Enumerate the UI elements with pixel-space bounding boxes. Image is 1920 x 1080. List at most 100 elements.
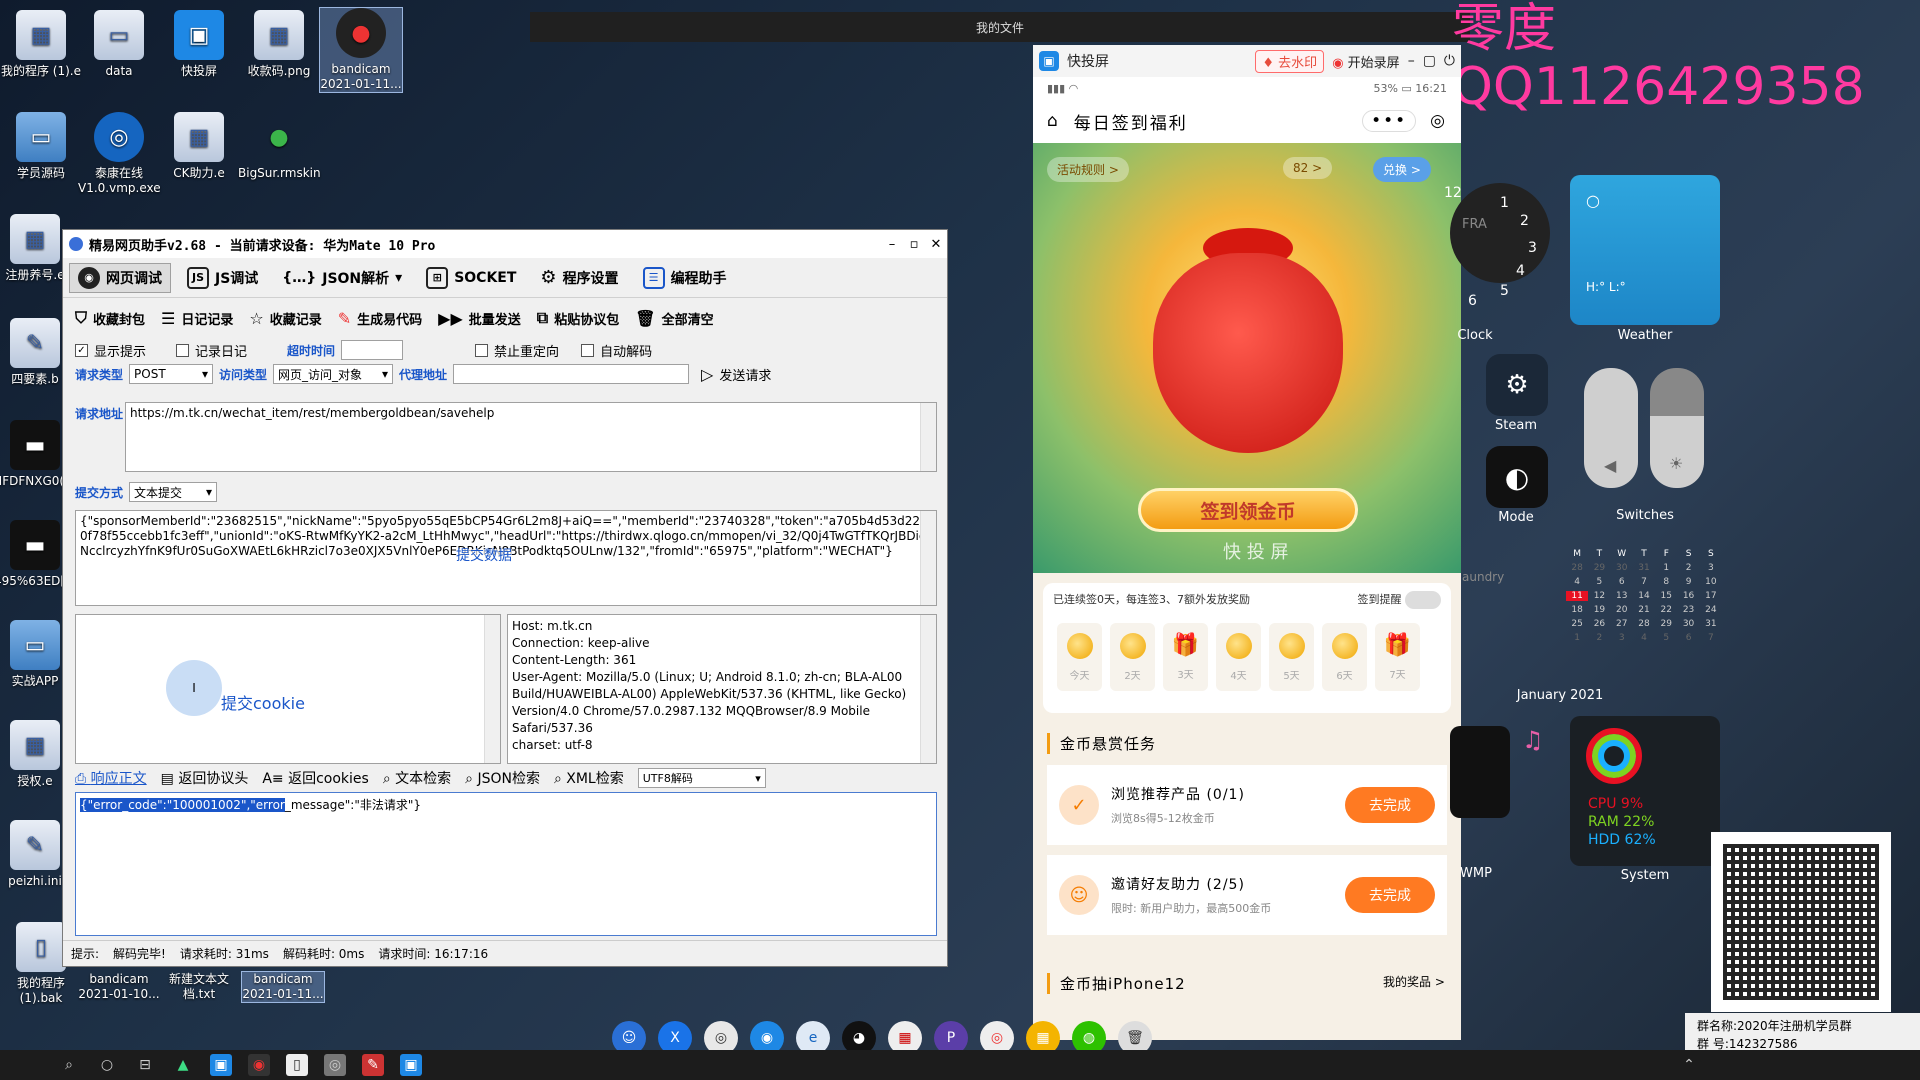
batch-send-button[interactable]: ▶▶ 批量发送 [438,309,521,328]
calendar-day[interactable]: 30 [1611,563,1633,573]
clock-widget[interactable]: 12 1 2 3 4 5 6 FRA [1440,175,1550,325]
cast-icon[interactable]: ▣ [210,1054,232,1076]
generate-code-button[interactable]: ✎ 生成易代码 [338,309,422,328]
desktop-icon-bandicam[interactable]: ● bandicam 2021-01-11... [319,7,403,93]
calendar-day[interactable]: 26 [1588,619,1610,629]
calendar-day[interactable]: 11 [1566,591,1589,601]
tab-response-headers[interactable]: ▤ 返回协议头 [161,768,249,788]
encoding-select[interactable]: UTF8解码 ▾ [637,768,766,788]
record-button[interactable]: ◉ 开始录屏 [1332,52,1400,71]
favorites-button[interactable]: ☆ 收藏记录 [249,309,321,328]
proxy-input[interactable] [453,364,690,384]
calendar-day[interactable]: 25 [1566,619,1588,629]
tab-xml-search[interactable]: ⌕ XML检索 [554,768,624,788]
calendar-day[interactable]: 14 [1633,591,1655,601]
steam-icon[interactable]: ⚙ [1486,354,1548,416]
calendar-day[interactable]: 8 [1655,577,1677,587]
android-icon[interactable]: ▲ [172,1054,194,1076]
desktop-icon-data[interactable]: ▭ data [78,10,160,79]
desktop-icon-student-source[interactable]: ▭ 学员源码 [0,112,82,181]
desktop-icon-qrcode-png[interactable]: ▦ 收款码.png [238,10,320,79]
minimize-button[interactable]: – [1408,53,1415,69]
close-button[interactable]: ✕ [925,237,947,252]
home-icon[interactable]: ⌂ [1047,111,1060,131]
calendar-day[interactable]: 18 [1566,605,1588,615]
calendar-day[interactable]: 31 [1700,619,1722,629]
calendar-day[interactable]: 7 [1700,633,1722,643]
exchange-pill[interactable]: 兑换 > [1373,157,1431,182]
reminder-toggle[interactable] [1405,591,1441,609]
volume-switch[interactable]: ◀ [1584,368,1638,488]
paste-packet-button[interactable]: ⧉ 粘贴协议包 [537,308,619,328]
signin-button[interactable]: 签到领金币 [1138,488,1358,532]
no-redirect-checkbox[interactable] [475,343,489,357]
calendar-day[interactable]: 12 [1588,591,1610,601]
headers-textarea[interactable]: Host: m.tk.cn Connection: keep-alive Con… [507,614,937,764]
tab-text-search[interactable]: ⌕ 文本检索 [383,768,451,788]
calendar-day[interactable]: 2 [1677,563,1699,573]
calendar-widget[interactable]: M T W T F S S 28 29 30 31 1 2 3 4 5 6 7 8 9 10 11 12 13 14 15 16 17… [1566,549,1722,643]
wmp-widget[interactable]: ♫ [1450,726,1544,818]
submit-mode-select[interactable]: 文本提交 ▾ [129,482,218,502]
tab-json-parse[interactable]: {…} JSON解析 ▾ [274,265,410,291]
calendar-day[interactable]: 16 [1677,591,1699,601]
desktop-icon-my-program[interactable]: ▦ 我的程序 (1).e [0,10,82,79]
weather-widget[interactable]: ○ H:° L:° [1570,175,1720,325]
access-type-select[interactable]: 网页_访问_对象 ▾ [273,364,394,384]
tab-response-cookies[interactable]: A≡ 返回cookies [262,768,369,788]
maximize-button[interactable]: ▢ [1423,53,1436,69]
calendar-day[interactable]: 13 [1611,591,1633,601]
request-type-select[interactable]: POST ▾ [129,364,214,384]
desktop-icon-ck-helper[interactable]: ▦ CK助力.e [158,112,240,181]
favorite-packet-button[interactable]: ⛉ 收藏封包 [75,308,145,328]
scrollbar[interactable] [920,403,936,471]
more-icon[interactable]: ••• [1362,110,1417,132]
desktop-icon-bigsur[interactable]: ● BigSur.rmskin [238,112,321,181]
calendar-day[interactable]: 24 [1700,605,1722,615]
auto-decode-checkbox[interactable] [581,343,595,357]
tab-coding-helper[interactable]: ☰ 编程助手 [635,264,735,292]
record-log-checkbox[interactable] [176,343,190,357]
calendar-day[interactable]: 23 [1677,605,1699,615]
calendar-day[interactable]: 5 [1588,577,1610,587]
calendar-day[interactable]: 30 [1677,619,1699,629]
search-icon[interactable]: ⌕ [58,1054,80,1076]
calendar-day[interactable]: 1 [1655,563,1677,573]
calendar-day[interactable]: 29 [1588,563,1610,573]
calendar-day[interactable]: 28 [1633,619,1655,629]
target-icon[interactable]: ◎ [1430,111,1447,131]
calendar-day[interactable]: 6 [1677,633,1699,643]
calendar-day[interactable]: 7 [1633,577,1655,587]
task-complete-button[interactable]: 去完成 [1345,877,1435,913]
calendar-day[interactable]: 29 [1655,619,1677,629]
calendar-day[interactable]: 27 [1611,619,1633,629]
desktop-icon-bandicam-10[interactable]: bandicam 2021-01-10... [78,972,160,1002]
url-textarea[interactable]: https://m.tk.cn/wechat_item/rest/memberg… [125,402,937,472]
system-widget[interactable]: CPU 9% RAM 22% HDD 62% [1570,716,1720,866]
calendar-day[interactable]: 31 [1633,563,1655,573]
calendar-day[interactable]: 1 [1566,633,1588,643]
scrollbar[interactable] [920,615,936,763]
scrollbar[interactable] [920,511,936,605]
calendar-day[interactable]: 21 [1633,605,1655,615]
calendar-day[interactable]: 17 [1700,591,1722,601]
calendar-day[interactable]: 2 [1588,633,1610,643]
chevron-down-icon[interactable]: ▾ [395,270,402,286]
calendar-day[interactable]: 22 [1655,605,1677,615]
calendar-day[interactable]: 3 [1700,563,1722,573]
brightness-switch[interactable]: ☀ [1650,368,1704,488]
calendar-day[interactable]: 4 [1633,633,1655,643]
calendar-day[interactable]: 10 [1700,577,1722,587]
task-complete-button[interactable]: 去完成 [1345,787,1435,823]
minimize-button[interactable]: – [881,237,903,252]
desktop-icon-bandicam-11[interactable]: bandicam 2021-01-11... [241,971,325,1003]
bandicam-icon[interactable]: ◉ [248,1054,270,1076]
file-icon[interactable]: ▯ [286,1054,308,1076]
clear-all-button[interactable]: 🗑 全部清空 [635,309,713,328]
code-gen-icon[interactable]: ✎ [362,1054,384,1076]
cortana-icon[interactable]: ○ [96,1054,118,1076]
calendar-day[interactable]: 3 [1611,633,1633,643]
chevron-up-icon[interactable]: ⌃ [1678,1054,1700,1076]
mirror-icon[interactable]: ▣ [400,1054,422,1076]
mode-icon[interactable]: ◐ [1486,446,1548,508]
